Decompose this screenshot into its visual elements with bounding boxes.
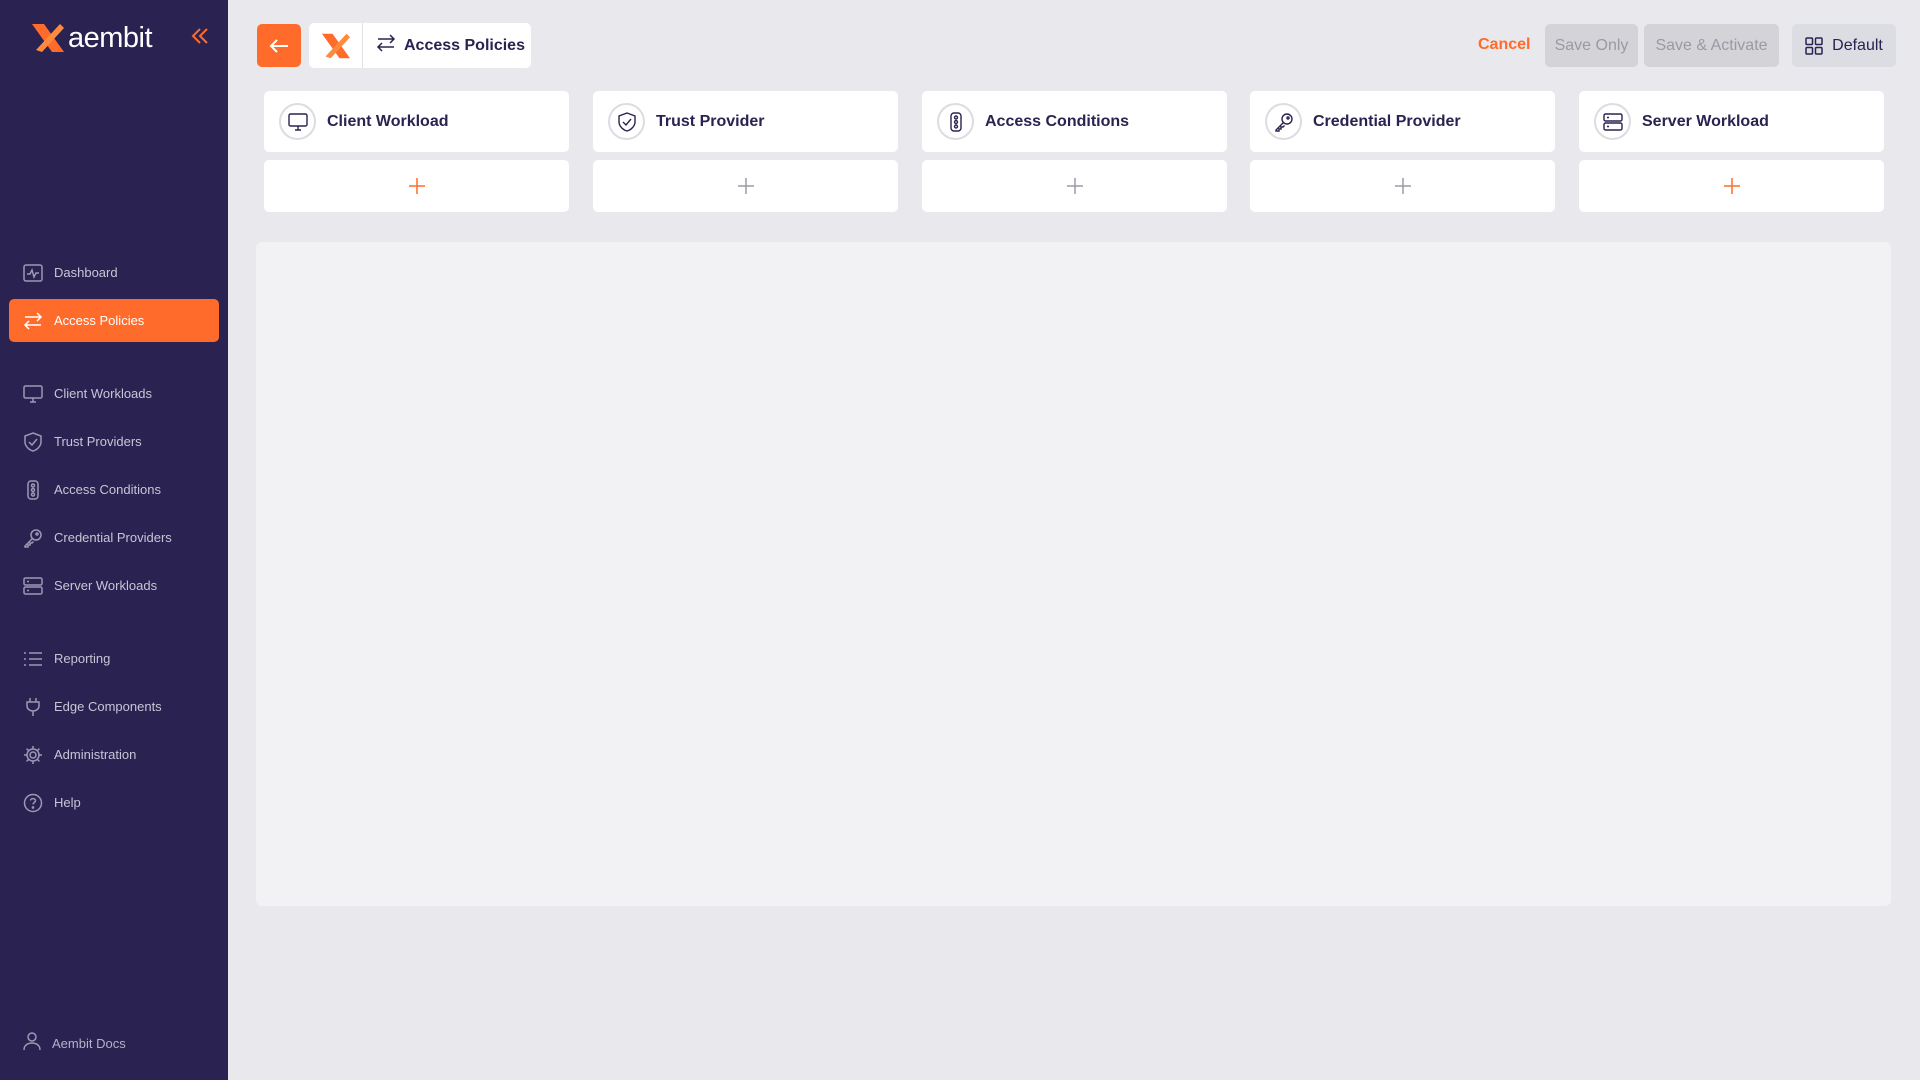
add-access-condition-button[interactable] xyxy=(922,160,1227,212)
monitor-icon xyxy=(279,103,316,140)
add-server-workload-button[interactable] xyxy=(1579,160,1884,212)
collapse-sidebar-button[interactable] xyxy=(188,24,212,48)
add-trust-provider-button[interactable] xyxy=(593,160,898,212)
shield-check-icon xyxy=(608,103,645,140)
shield-check-icon xyxy=(22,431,44,453)
plug-icon xyxy=(22,696,44,718)
column-credential-provider: Credential Provider xyxy=(1250,91,1555,152)
sidebar-item-label: Help xyxy=(54,795,81,810)
sidebar-item-label: Access Conditions xyxy=(54,482,161,497)
aembit-docs-link[interactable]: Aembit Docs xyxy=(22,1031,126,1056)
sidebar-item-access-policies[interactable]: Access Policies xyxy=(9,299,219,342)
sidebar-item-help[interactable]: Help xyxy=(9,781,219,824)
sidebar-item-label: Dashboard xyxy=(54,265,118,280)
server-icon xyxy=(1594,103,1631,140)
gear-icon xyxy=(22,744,44,766)
column-client-workload: Client Workload xyxy=(264,91,569,152)
traffic-light-icon xyxy=(937,103,974,140)
help-icon xyxy=(22,792,44,814)
sidebar-item-label: Client Workloads xyxy=(54,386,153,401)
sidebar-item-administration[interactable]: Administration xyxy=(9,733,219,776)
sidebar-item-label: Administration xyxy=(54,747,137,762)
plus-icon xyxy=(737,178,754,194)
aembit-logo-mark-icon xyxy=(32,24,64,52)
traffic-light-icon xyxy=(22,479,44,501)
sidebar: aembit Dashboard Access Policies Client … xyxy=(0,0,228,1080)
column-access-conditions: Access Conditions xyxy=(922,91,1227,152)
arrows-swap-icon xyxy=(22,310,44,332)
aembit-logo[interactable]: aembit xyxy=(30,20,153,56)
plus-icon xyxy=(408,178,425,194)
arrows-swap-icon xyxy=(376,34,396,57)
monitor-icon xyxy=(22,383,44,405)
column-trust-provider: Trust Provider xyxy=(593,91,898,152)
key-icon xyxy=(1265,103,1302,140)
save-only-button[interactable]: Save Only xyxy=(1545,24,1638,67)
app: aembit Dashboard Access Policies Client … xyxy=(0,0,1920,1080)
page-title: Access Policies xyxy=(404,36,525,54)
column-server-workload: Server Workload xyxy=(1579,91,1884,152)
column-title: Trust Provider xyxy=(656,112,765,130)
breadcrumb: Access Policies xyxy=(309,23,531,68)
column-title: Client Workload xyxy=(327,112,449,130)
plus-icon xyxy=(1394,178,1411,194)
add-credential-provider-button[interactable] xyxy=(1250,160,1555,212)
dashboard-icon xyxy=(22,262,44,284)
policy-canvas xyxy=(256,242,1891,906)
user-icon xyxy=(22,1031,42,1056)
sidebar-item-label: Server Workloads xyxy=(54,578,158,593)
column-title: Access Conditions xyxy=(985,112,1130,130)
sidebar-item-label: Edge Components xyxy=(54,699,162,714)
logo-text: aembit xyxy=(68,21,153,54)
layout-label: Default xyxy=(1832,36,1883,54)
column-title: Server Workload xyxy=(1642,112,1769,130)
sidebar-item-label: Credential Providers xyxy=(54,530,172,545)
save-activate-button[interactable]: Save & Activate xyxy=(1644,24,1779,67)
layout-default-button[interactable]: Default xyxy=(1792,24,1896,67)
grid-icon xyxy=(1805,36,1823,55)
sidebar-item-access-conditions[interactable]: Access Conditions xyxy=(9,468,219,511)
docs-label: Aembit Docs xyxy=(52,1036,126,1051)
add-client-workload-button[interactable] xyxy=(264,160,569,212)
column-title: Credential Provider xyxy=(1313,112,1461,130)
sidebar-item-label: Access Policies xyxy=(54,313,145,328)
sidebar-item-client-workloads[interactable]: Client Workloads xyxy=(9,372,219,415)
sidebar-item-credential-providers[interactable]: Credential Providers xyxy=(9,516,219,559)
sidebar-item-reporting[interactable]: Reporting xyxy=(9,637,219,680)
breadcrumb-current: Access Policies xyxy=(363,34,525,57)
double-chevron-left-icon xyxy=(191,28,208,44)
sidebar-item-label: Reporting xyxy=(54,651,111,666)
arrow-left-icon xyxy=(269,38,288,53)
breadcrumb-logo[interactable] xyxy=(309,23,363,68)
sidebar-item-dashboard[interactable]: Dashboard xyxy=(9,251,219,294)
plus-icon xyxy=(1723,178,1740,194)
server-icon xyxy=(22,575,44,597)
sidebar-item-trust-providers[interactable]: Trust Providers xyxy=(9,420,219,463)
sidebar-item-edge-components[interactable]: Edge Components xyxy=(9,685,219,728)
sidebar-item-server-workloads[interactable]: Server Workloads xyxy=(9,564,219,607)
aembit-logo-mark-icon xyxy=(321,33,350,58)
back-button[interactable] xyxy=(257,24,301,67)
sidebar-item-label: Trust Providers xyxy=(54,434,142,449)
list-icon xyxy=(22,648,44,670)
cancel-button[interactable]: Cancel xyxy=(1478,36,1530,54)
plus-icon xyxy=(1066,178,1083,194)
key-icon xyxy=(22,527,44,549)
